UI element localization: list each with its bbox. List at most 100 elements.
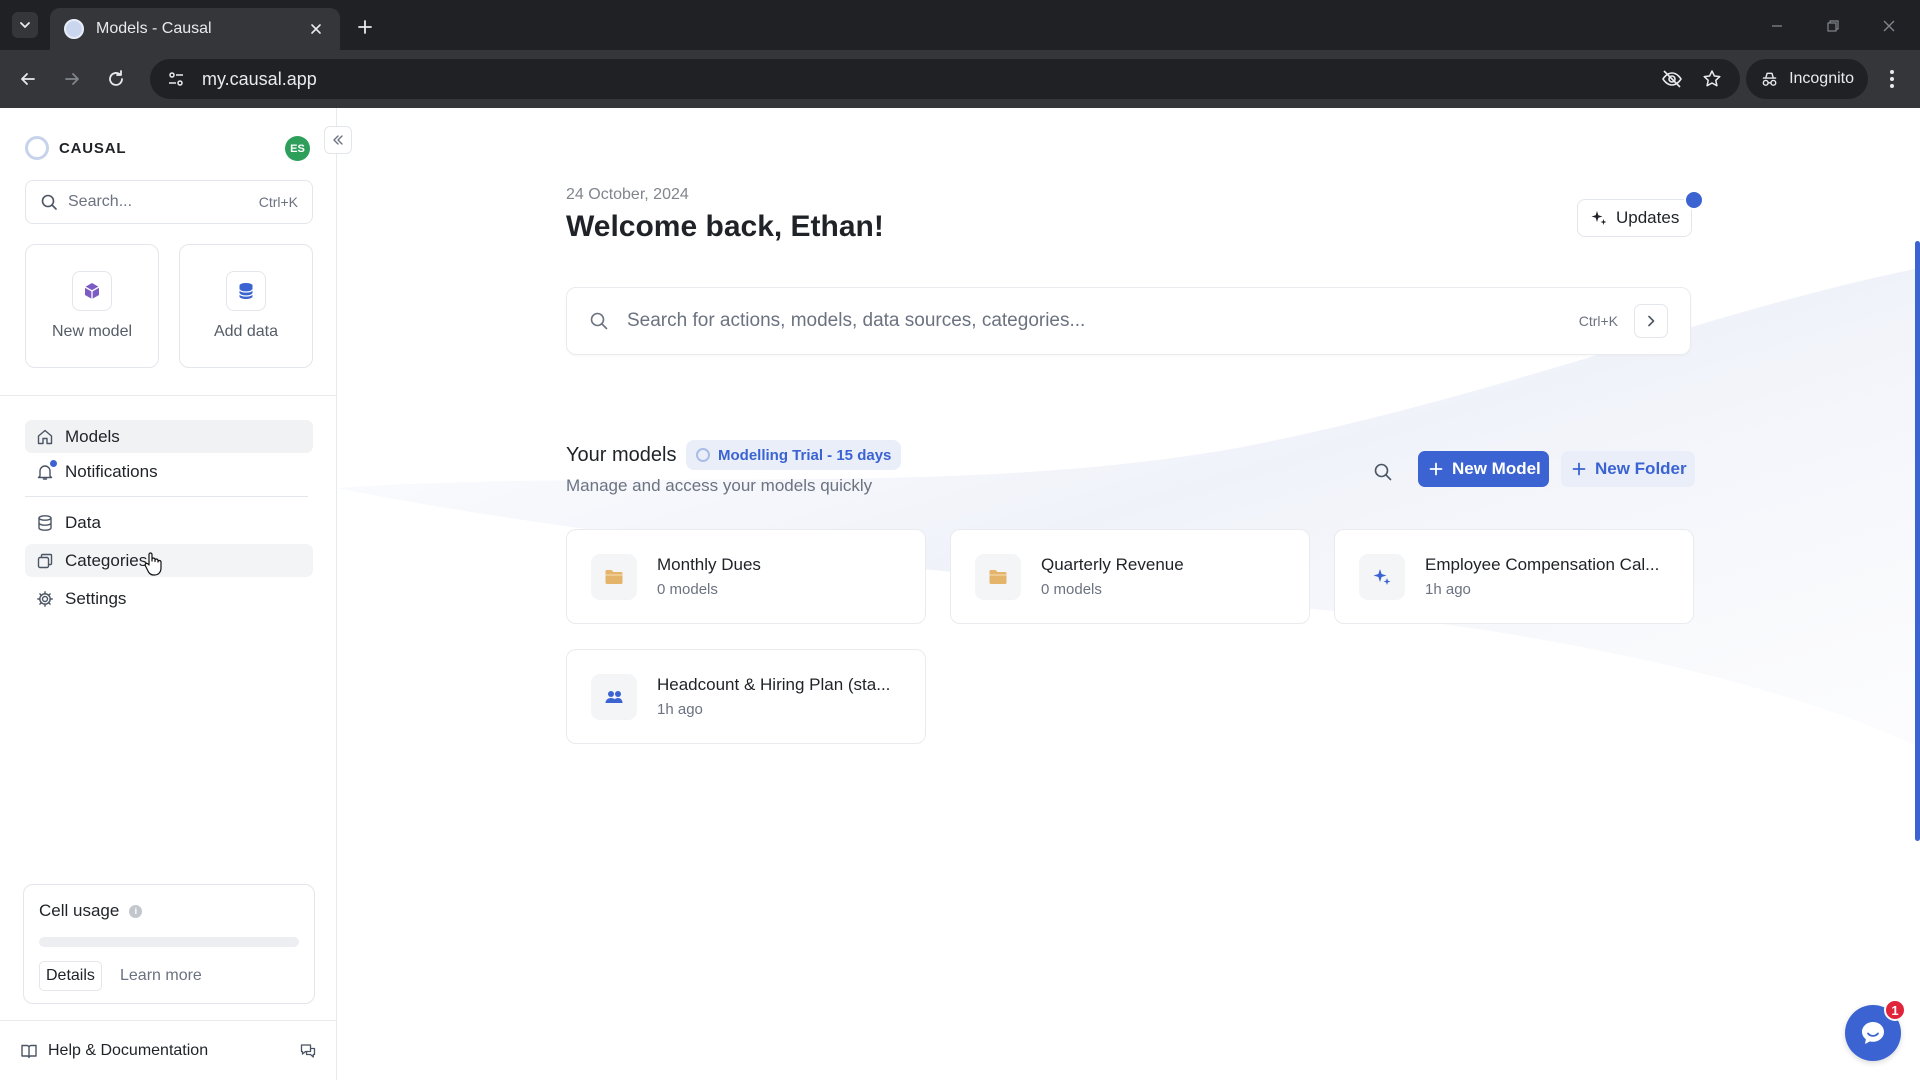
add-data-label: Add data <box>213 323 279 340</box>
model-card-monthly-dues[interactable]: Monthly Dues 0 models <box>566 529 926 624</box>
mouse-cursor-icon <box>144 552 162 576</box>
close-icon <box>1883 20 1895 32</box>
sparkle-icon <box>1591 211 1607 225</box>
window-close-button[interactable] <box>1877 14 1901 38</box>
card-subtitle: 1h ago <box>1425 581 1471 598</box>
trial-badge[interactable]: Modelling Trial - 15 days <box>686 440 902 470</box>
updates-notification-dot <box>1684 190 1704 210</box>
sparkle-icon <box>1359 553 1405 600</box>
browser-tab-strip: Models - Causal <box>0 0 1920 50</box>
new-tab-button[interactable] <box>352 14 378 40</box>
tune-icon <box>169 72 183 86</box>
plus-icon <box>1572 462 1586 476</box>
page-title: Welcome back, Ethan! <box>566 210 884 243</box>
avatar[interactable]: ES <box>285 136 310 161</box>
updates-button[interactable]: Updates <box>1577 199 1693 237</box>
trial-badge-label: Modelling Trial - 15 days <box>718 446 892 464</box>
minimize-icon <box>1772 25 1782 27</box>
plus-icon <box>1429 462 1443 476</box>
reload-icon <box>109 70 123 86</box>
sidebar-search-input[interactable]: Search... <box>68 193 259 211</box>
card-subtitle: 1h ago <box>657 701 703 718</box>
new-model-button[interactable]: New Model <box>1418 451 1549 487</box>
window-minimize-button[interactable] <box>1765 14 1789 38</box>
forward-button[interactable] <box>58 65 86 93</box>
help-documentation[interactable]: Help & Documentation <box>0 1020 337 1080</box>
url-text[interactable]: my.causal.app <box>202 69 1646 90</box>
add-data-card[interactable]: Add data <box>179 244 313 368</box>
command-search[interactable]: Search for actions, models, data sources… <box>566 287 1691 355</box>
database-icon <box>226 271 266 311</box>
scrollbar-thumb[interactable] <box>1915 241 1920 841</box>
arrow-left-icon <box>21 73 35 85</box>
chat-icon <box>1862 1022 1884 1044</box>
browser-toolbar: my.causal.app Incognito <box>0 50 1920 108</box>
brand[interactable]: CAUSAL <box>25 136 126 160</box>
chat-bubbles-icon[interactable] <box>299 1042 317 1060</box>
sidebar-item-data[interactable]: Data <box>25 506 313 539</box>
plus-icon <box>358 20 372 34</box>
people-icon <box>591 673 637 720</box>
models-search-button[interactable] <box>1369 458 1397 486</box>
incognito-indicator[interactable]: Incognito <box>1746 59 1868 99</box>
reload-button[interactable] <box>102 65 130 93</box>
card-title: Quarterly Revenue <box>1041 555 1184 574</box>
sidebar-item-models[interactable]: Models <box>25 420 313 453</box>
command-search-input[interactable]: Search for actions, models, data sources… <box>627 310 1579 332</box>
kebab-menu-icon <box>1890 70 1894 88</box>
progress-ring-icon <box>696 448 710 462</box>
sidebar-item-label: Notifications <box>65 461 158 481</box>
incognito-label: Incognito <box>1789 70 1854 87</box>
card-title: Headcount & Hiring Plan (sta... <box>657 675 891 694</box>
section-subtitle: Manage and access your models quickly <box>566 476 873 495</box>
tab-close-button[interactable] <box>306 19 326 39</box>
favicon-icon <box>64 19 84 39</box>
new-folder-button[interactable]: New Folder <box>1561 451 1695 487</box>
search-icon <box>590 312 608 330</box>
sidebar-item-label: Data <box>65 512 101 532</box>
details-button[interactable]: Details <box>39 961 102 991</box>
eye-off-icon <box>1662 70 1682 88</box>
sidebar: CAUSAL ES Search... Ctrl+K New model Add… <box>0 108 337 1080</box>
database-icon <box>35 513 55 533</box>
window-restore-button[interactable] <box>1821 14 1845 38</box>
browser-tab-active[interactable]: Models - Causal <box>50 8 340 50</box>
sidebar-search[interactable]: Search... Ctrl+K <box>25 180 313 224</box>
model-card-employee-compensation[interactable]: Employee Compensation Cal... 1h ago <box>1334 529 1694 624</box>
model-card-quarterly-revenue[interactable]: Quarterly Revenue 0 models <box>950 529 1310 624</box>
arrow-right-icon <box>65 73 79 85</box>
command-search-go-button[interactable] <box>1634 304 1668 338</box>
model-card-headcount-hiring[interactable]: Headcount & Hiring Plan (sta... 1h ago <box>566 649 926 744</box>
tab-search-button[interactable] <box>12 12 38 38</box>
bookmark-button[interactable] <box>1698 65 1726 93</box>
cell-usage-progress <box>39 937 299 947</box>
info-icon[interactable]: i <box>129 904 143 918</box>
bell-icon <box>35 459 57 482</box>
card-text: Quarterly Revenue 0 models <box>1041 555 1184 598</box>
collapse-sidebar-button[interactable] <box>324 126 352 154</box>
cell-usage-title: Cell usage i <box>39 901 143 921</box>
chat-unread-badge: 1 <box>1884 999 1906 1021</box>
double-chevron-left-icon <box>333 135 343 145</box>
learn-more-link[interactable]: Learn more <box>120 967 202 985</box>
site-info-button[interactable] <box>164 67 188 91</box>
main-content: 24 October, 2024 Welcome back, Ethan! Up… <box>337 108 1920 1080</box>
address-bar[interactable]: my.causal.app <box>150 59 1740 99</box>
card-title: Monthly Dues <box>657 555 761 574</box>
tracking-protection-button[interactable] <box>1658 65 1686 93</box>
star-icon <box>1703 70 1721 87</box>
sidebar-item-categories[interactable]: Categories <box>25 544 313 577</box>
sidebar-item-notifications[interactable]: Notifications <box>25 455 313 488</box>
browser-menu-button[interactable] <box>1878 65 1906 93</box>
updates-label: Updates <box>1616 208 1680 227</box>
search-icon <box>41 194 57 210</box>
sidebar-item-label: Settings <box>65 588 127 608</box>
new-model-button-label: New Model <box>1452 459 1541 478</box>
new-model-card[interactable]: New model <box>25 244 159 368</box>
search-icon <box>1374 463 1392 481</box>
back-button[interactable] <box>14 65 42 93</box>
sidebar-item-settings[interactable]: Settings <box>25 582 313 615</box>
cell-usage-label: Cell usage <box>39 901 120 920</box>
cube-icon <box>72 271 112 311</box>
chevron-right-icon <box>1648 315 1655 327</box>
